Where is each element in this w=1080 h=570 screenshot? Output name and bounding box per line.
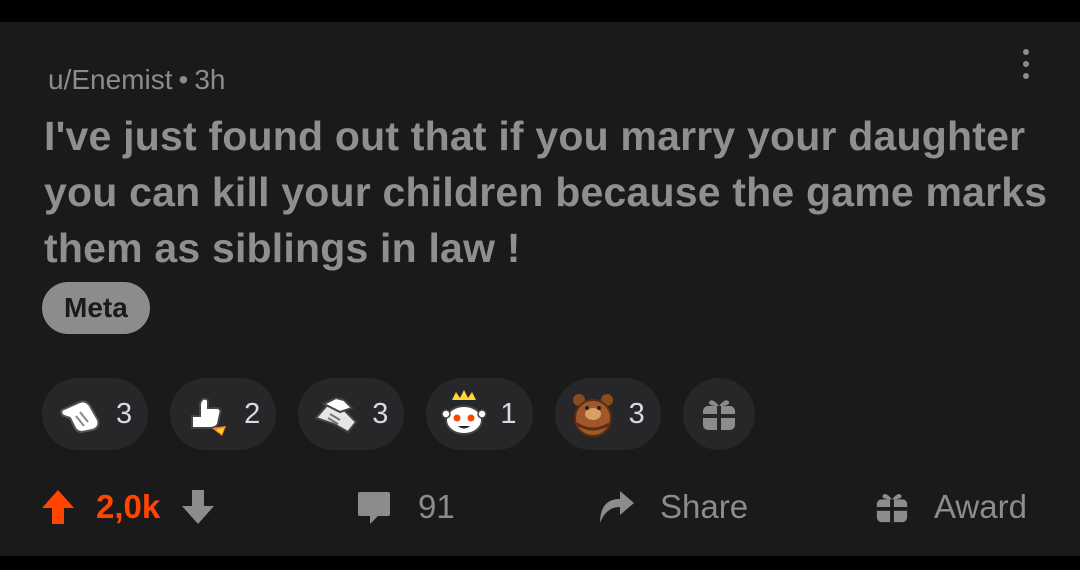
share-label: Share [660, 488, 749, 525]
share-button[interactable]: Share [596, 477, 748, 537]
award-label: Award [934, 488, 1027, 525]
gift-icon [876, 493, 908, 523]
add-award-button[interactable] [682, 378, 755, 450]
comment-bubble-icon [358, 492, 390, 524]
award-pill[interactable]: 2 [170, 378, 277, 450]
rocket-like-award-icon [191, 397, 227, 436]
award-count: 3 [116, 397, 133, 430]
award-count: 2 [244, 397, 261, 430]
share-arrow-icon [600, 491, 634, 523]
comment-count: 91 [418, 488, 455, 525]
post-actions-bar: 2,0k 91 Share Award [0, 477, 1080, 537]
downvote-arrow-icon[interactable] [178, 486, 218, 528]
vote-group: 2,0k [38, 477, 218, 537]
post-age: 3h [194, 64, 226, 95]
awards-row: 3 2 3 1 3 [42, 378, 755, 450]
author-link[interactable]: u/Enemist [48, 64, 173, 95]
bear-hug-award-icon [572, 394, 613, 437]
more-options-icon[interactable] [1012, 42, 1040, 86]
comments-button[interactable]: 91 [356, 477, 455, 537]
award-pill[interactable]: 3 [298, 378, 405, 450]
snoo-wholesome-award-icon [441, 390, 488, 435]
award-pill[interactable]: 3 [554, 378, 661, 450]
vote-score: 2,0k [96, 488, 161, 525]
gift-icon [702, 400, 735, 430]
post-title[interactable]: I've just found out that if you marry yo… [44, 108, 1054, 276]
post-meta: u/Enemist • 3h [48, 64, 225, 96]
award-pill[interactable]: 1 [426, 378, 533, 450]
meta-separator: • [178, 64, 189, 95]
pointing-hand-award-icon [60, 400, 100, 434]
award-pill[interactable]: 3 [42, 378, 149, 450]
award-count: 1 [500, 397, 517, 430]
award-count: 3 [628, 397, 645, 430]
upvote-arrow-icon[interactable] [38, 486, 78, 528]
award-button[interactable]: Award [874, 477, 1027, 537]
handshake-award-icon [314, 396, 358, 434]
flair-badge[interactable]: Meta [42, 282, 150, 334]
post-card[interactable]: u/Enemist • 3h I've just found out that if… [0, 22, 1080, 556]
award-count: 3 [372, 397, 389, 430]
